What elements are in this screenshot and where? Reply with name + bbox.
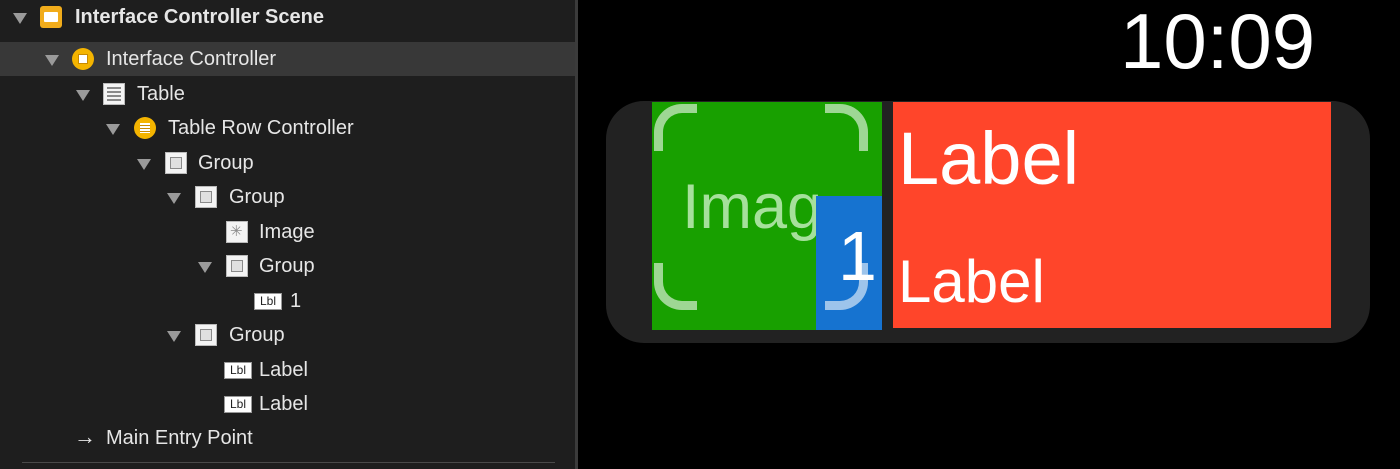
- outline-row-table-row-controller[interactable]: Table Row Controller: [0, 111, 575, 145]
- outline-label: Interface Controller: [106, 48, 277, 70]
- group-icon: [165, 152, 187, 174]
- watch-canvas: 10:09 Imag 1 Label Label: [578, 0, 1400, 469]
- outline-label: Interface Controller Scene: [75, 6, 324, 28]
- outline-label: Group: [198, 152, 254, 174]
- group-icon: [195, 186, 217, 208]
- disclosure-triangle-icon[interactable]: [198, 262, 212, 273]
- storyboard-scene-icon: [40, 6, 62, 28]
- arrow-right-icon: →: [74, 424, 96, 449]
- outline-label: Main Entry Point: [106, 427, 253, 449]
- outline-label: Group: [229, 324, 285, 346]
- outline-row-group-outer[interactable]: Group: [0, 146, 575, 180]
- outline-row-interface-controller[interactable]: Interface Controller: [0, 42, 575, 76]
- watch-clock: 10:09: [1120, 0, 1316, 85]
- divider: [22, 462, 555, 463]
- outline-label: Label: [259, 393, 308, 415]
- outline-label: Table: [137, 83, 185, 105]
- image-placeholder: Imag: [682, 172, 823, 242]
- group-icon: [195, 324, 217, 346]
- table-icon: [103, 83, 125, 105]
- image-icon: [226, 221, 248, 243]
- outline-row-label-1[interactable]: Lbl Label: [0, 353, 575, 387]
- subtitle-label[interactable]: Label: [898, 246, 1045, 318]
- outline-label: Group: [259, 255, 315, 277]
- outline-row-main-entry-point[interactable]: → Main Entry Point: [0, 421, 575, 455]
- outline-row-label-2[interactable]: Lbl Label: [0, 387, 575, 421]
- outline-label: Table Row Controller: [168, 117, 354, 139]
- outline-row-group-labels[interactable]: Group: [0, 318, 575, 352]
- outline-label: Label: [259, 359, 308, 381]
- document-outline: Interface Controller Scene Interface Con…: [0, 0, 575, 469]
- outline-label: Group: [229, 186, 285, 208]
- group-icon: [226, 255, 248, 277]
- outline-row-image[interactable]: Image: [0, 215, 575, 249]
- outline-row-scene[interactable]: Interface Controller Scene: [0, 0, 575, 34]
- outline-label: 1: [290, 290, 302, 312]
- disclosure-triangle-icon[interactable]: [13, 13, 27, 24]
- label-icon: Lbl: [224, 362, 252, 379]
- outline-label: Image: [259, 221, 315, 243]
- disclosure-triangle-icon[interactable]: [137, 159, 151, 170]
- outline-row-table[interactable]: Table: [0, 77, 575, 111]
- outline-row-group-number[interactable]: Group: [0, 249, 575, 283]
- disclosure-triangle-icon[interactable]: [45, 55, 59, 66]
- interface-controller-icon: [72, 48, 94, 70]
- outline-row-number-label[interactable]: Lbl 1: [0, 284, 575, 318]
- disclosure-triangle-icon[interactable]: [167, 331, 181, 342]
- row-controller-icon: [134, 117, 156, 139]
- title-label[interactable]: Label: [898, 118, 1079, 200]
- outline-row-group-image[interactable]: Group: [0, 180, 575, 214]
- disclosure-triangle-icon[interactable]: [167, 193, 181, 204]
- disclosure-triangle-icon[interactable]: [76, 90, 90, 101]
- label-icon: Lbl: [254, 293, 282, 310]
- disclosure-triangle-icon[interactable]: [106, 124, 120, 135]
- label-icon: Lbl: [224, 396, 252, 413]
